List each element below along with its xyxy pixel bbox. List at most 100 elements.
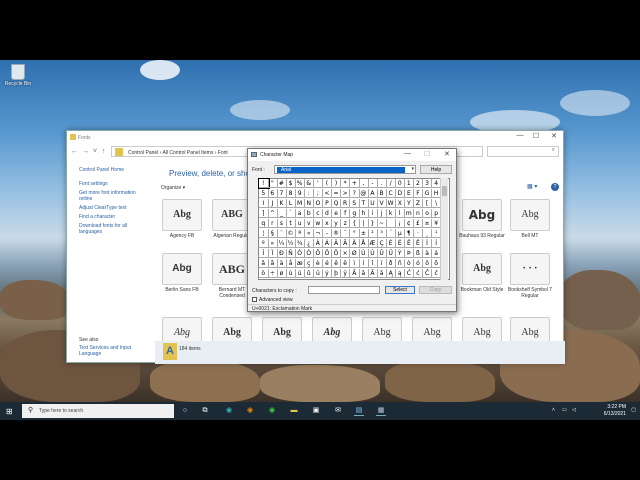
recent-chevron-icon[interactable]: ˅	[93, 148, 97, 155]
char-cell[interactable]: F	[413, 189, 424, 198]
char-cell[interactable]: '	[313, 179, 324, 188]
font-tile[interactable]: Abg Berlin Sans FB	[159, 253, 205, 293]
grid-scrollbar[interactable]	[440, 178, 448, 280]
char-cell[interactable]: q	[259, 219, 269, 228]
sidebar-download-fonts[interactable]: Download fonts for all languages	[79, 223, 149, 235]
char-cell[interactable]: U	[368, 199, 378, 208]
char-cell[interactable]: Ð	[277, 249, 287, 258]
char-cell[interactable]: Ö	[331, 249, 342, 258]
char-cell[interactable]: ä	[277, 259, 287, 268]
char-cell[interactable]: 6	[268, 189, 278, 198]
char-cell[interactable]: °	[350, 229, 360, 238]
char-cell[interactable]: V	[377, 199, 387, 208]
char-cell[interactable]: }	[368, 219, 378, 228]
char-cell[interactable]: ù	[286, 269, 296, 278]
char-cell[interactable]: 2	[413, 179, 424, 188]
char-cell[interactable]: E	[404, 189, 415, 198]
windows-start-icon[interactable]: ⊞	[6, 407, 13, 416]
char-cell[interactable]: Ĉ	[422, 269, 433, 278]
char-cell[interactable]: â	[259, 259, 269, 268]
char-cell[interactable]: ×	[340, 249, 351, 258]
char-cell[interactable]: B	[377, 189, 387, 198]
char-cell[interactable]: X	[395, 199, 405, 208]
char-cell[interactable]: ·	[413, 229, 424, 238]
char-cell[interactable]: Q	[331, 199, 342, 208]
character-grid[interactable]: ! " # $% & '() * +, -./0 1 2 3 4 5 6 7 8 9:; < = >? @ A B C D E F G H…	[258, 178, 450, 280]
char-cell[interactable]: (	[322, 179, 333, 188]
char-cell[interactable]: Û	[377, 249, 387, 258]
select-button[interactable]: Select	[385, 286, 415, 294]
char-cell[interactable]: ì	[350, 259, 360, 268]
char-cell[interactable]: ą	[395, 269, 405, 278]
char-cell[interactable]: Y	[404, 199, 415, 208]
file-explorer-icon[interactable]: ▬	[289, 406, 299, 416]
char-cell[interactable]: ´	[386, 229, 396, 238]
char-cell[interactable]: ®	[331, 229, 342, 238]
char-cell[interactable]: x	[322, 219, 333, 228]
char-cell[interactable]: Ä	[350, 239, 360, 248]
volume-icon[interactable]: ◁	[572, 407, 576, 413]
char-cell[interactable]: ö	[259, 269, 269, 278]
char-cell[interactable]: R	[340, 199, 351, 208]
char-cell[interactable]: ¿	[304, 239, 314, 248]
char-cell[interactable]: Æ	[368, 239, 378, 248]
char-cell[interactable]: f	[340, 209, 351, 218]
char-cell[interactable]	[386, 219, 396, 228]
char-cell[interactable]: I	[259, 199, 269, 208]
char-cell[interactable]: º	[259, 239, 269, 248]
char-cell[interactable]: &	[304, 179, 314, 188]
char-cell[interactable]: {	[350, 219, 360, 228]
sidebar-font-settings[interactable]: Font settings	[79, 181, 108, 187]
char-cell[interactable]: g	[350, 209, 360, 218]
characters-to-copy-input[interactable]	[308, 286, 380, 294]
char-cell[interactable]: ÿ	[340, 269, 351, 278]
char-cell[interactable]: ,	[359, 179, 369, 188]
scrollbar-thumb[interactable]	[442, 186, 447, 196]
up-arrow-icon[interactable]: ↑	[102, 148, 106, 155]
char-cell[interactable]: a	[295, 209, 305, 218]
charmap-taskbar-icon[interactable]: ▦	[376, 406, 386, 416]
char-cell[interactable]: G	[422, 189, 433, 198]
char-cell[interactable]: /	[386, 179, 396, 188]
char-cell[interactable]: <	[322, 189, 333, 198]
char-cell[interactable]: T	[359, 199, 369, 208]
maximize-button[interactable]: ☐	[529, 132, 543, 140]
char-cell[interactable]: +	[350, 179, 360, 188]
char-cell[interactable]: K	[277, 199, 287, 208]
char-cell[interactable]: M	[295, 199, 305, 208]
char-cell[interactable]: ½	[286, 239, 296, 248]
recycle-bin-shortcut[interactable]: Recycle Bin	[4, 64, 32, 87]
char-cell[interactable]: y	[331, 219, 342, 228]
char-cell[interactable]: ¢	[404, 219, 415, 228]
char-cell[interactable]: ^	[268, 209, 278, 218]
char-cell[interactable]: ã	[268, 259, 278, 268]
char-cell[interactable]: ª	[295, 229, 305, 238]
char-cell[interactable]: :	[304, 189, 314, 198]
char-cell[interactable]: ý	[322, 269, 333, 278]
char-cell[interactable]: ü	[313, 269, 324, 278]
close-button[interactable]: ✕	[547, 132, 561, 140]
view-options-icon[interactable]: ▦ ▾	[527, 183, 537, 190]
char-cell[interactable]: L	[286, 199, 296, 208]
organize-menu[interactable]: Organize ▾	[161, 185, 185, 191]
char-cell[interactable]: J	[268, 199, 278, 208]
char-cell[interactable]: ?	[350, 189, 360, 198]
char-cell[interactable]: t	[286, 219, 296, 228]
char-cell[interactable]: o	[422, 209, 433, 218]
char-cell[interactable]: Ñ	[286, 249, 296, 258]
char-cell[interactable]: j	[377, 209, 387, 218]
char-cell[interactable]: ï	[377, 259, 387, 268]
char-cell[interactable]: 1	[404, 179, 415, 188]
char-cell[interactable]: ¬	[313, 229, 324, 238]
char-cell[interactable]: î	[368, 259, 378, 268]
char-cell[interactable]: þ	[331, 269, 342, 278]
char-cell[interactable]: Ā	[350, 269, 360, 278]
char-cell[interactable]: ;	[313, 189, 324, 198]
sidebar-find-character[interactable]: Find a character	[79, 214, 115, 220]
control-panel-taskbar-icon[interactable]: ▤	[354, 406, 364, 416]
char-cell[interactable]: s	[277, 219, 287, 228]
char-cell[interactable]: N	[304, 199, 314, 208]
char-cell[interactable]: è	[313, 259, 324, 268]
char-cell[interactable]: ß	[413, 249, 424, 258]
char-cell[interactable]: Ù	[359, 249, 369, 258]
